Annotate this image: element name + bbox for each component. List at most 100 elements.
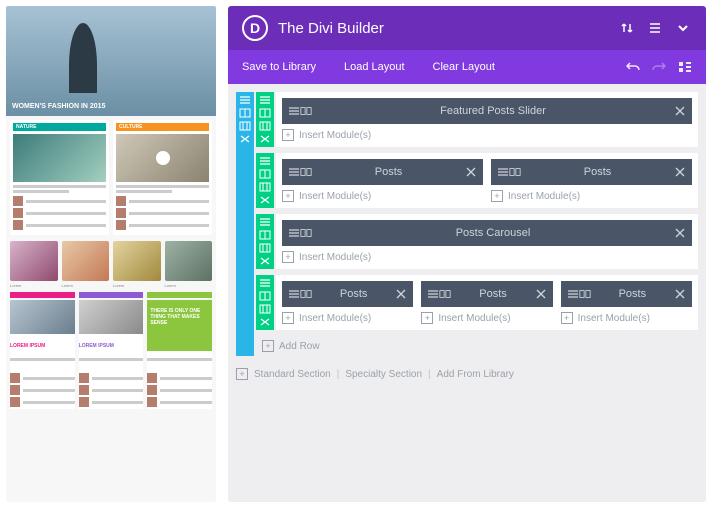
close-icon[interactable]	[465, 166, 477, 178]
module[interactable]: Posts	[491, 159, 692, 185]
swap-icon[interactable]	[618, 19, 636, 37]
close-icon[interactable]	[674, 166, 686, 178]
load-layout-button[interactable]: Load Layout	[344, 61, 405, 73]
close-icon[interactable]	[674, 288, 686, 300]
insert-module-button[interactable]: +Insert Module(s)	[282, 190, 483, 202]
duplicate-icon[interactable]	[259, 182, 271, 192]
undo-icon[interactable]	[626, 60, 640, 74]
column: Posts Carousel +Insert Module(s)	[282, 220, 692, 263]
delete-icon[interactable]	[259, 256, 271, 266]
duplicate-icon[interactable]	[239, 121, 251, 131]
columns-icon[interactable]	[579, 288, 591, 300]
expand-icon[interactable]	[674, 19, 692, 37]
app-header: D The Divi Builder	[228, 6, 706, 50]
insert-module-button[interactable]: +Insert Module(s)	[282, 251, 692, 263]
delete-icon[interactable]	[239, 134, 251, 144]
plus-icon: +	[282, 129, 294, 141]
module[interactable]: Featured Posts Slider	[282, 98, 692, 124]
plus-icon[interactable]: +	[236, 368, 248, 380]
row: Posts +Insert Module(s) Posts +Insert Mo…	[256, 275, 698, 330]
action-bar: Save to Library Load Layout Clear Layout	[228, 50, 706, 84]
module-label: Featured Posts Slider	[312, 105, 674, 117]
column: Posts +Insert Module(s)	[421, 281, 552, 324]
columns-icon[interactable]	[509, 166, 521, 178]
duplicate-icon[interactable]	[259, 304, 271, 314]
columns-icon[interactable]	[300, 227, 312, 239]
module[interactable]: Posts	[282, 159, 483, 185]
close-icon[interactable]	[395, 288, 407, 300]
insert-module-button[interactable]: +Insert Module(s)	[491, 190, 692, 202]
plus-icon: +	[262, 340, 274, 352]
insert-module-button[interactable]: +Insert Module(s)	[282, 129, 692, 141]
columns-icon[interactable]	[439, 288, 451, 300]
columns-icon[interactable]	[300, 288, 312, 300]
columns-icon[interactable]	[300, 105, 312, 117]
module-label: Posts	[312, 288, 395, 300]
plus-icon: +	[561, 312, 573, 324]
module[interactable]: Posts	[421, 281, 552, 307]
row: Posts +Insert Module(s) Posts +Insert Mo…	[256, 153, 698, 208]
divi-logo-icon: D	[242, 15, 268, 41]
add-row-button[interactable]: +Add Row	[256, 336, 698, 356]
plus-icon: +	[421, 312, 433, 324]
insert-module-button[interactable]: +Insert Module(s)	[421, 312, 552, 324]
duplicate-icon[interactable]	[259, 243, 271, 253]
drag-icon[interactable]	[239, 95, 251, 105]
column: Featured Posts Slider +Insert Module(s)	[282, 98, 692, 141]
close-icon[interactable]	[674, 105, 686, 117]
section-controls	[236, 92, 254, 356]
settings-icon[interactable]	[259, 230, 271, 240]
save-to-library-button[interactable]: Save to Library	[242, 61, 316, 73]
close-icon[interactable]	[674, 227, 686, 239]
drag-icon[interactable]	[288, 166, 300, 178]
plus-icon: +	[491, 190, 503, 202]
delete-icon[interactable]	[259, 134, 271, 144]
duplicate-icon[interactable]	[259, 121, 271, 131]
add-specialty-section-button[interactable]: Specialty Section	[345, 369, 422, 380]
close-icon[interactable]	[535, 288, 547, 300]
drag-icon[interactable]	[288, 105, 300, 117]
drag-icon[interactable]	[259, 156, 271, 166]
settings-icon[interactable]	[259, 108, 271, 118]
module-label: Posts	[521, 166, 674, 178]
builder-canvas: Featured Posts Slider +Insert Module(s) …	[228, 84, 706, 502]
module[interactable]: Posts	[282, 281, 413, 307]
hero-image: WOMEN'S FASHION IN 2015	[6, 6, 216, 116]
column: Posts +Insert Module(s)	[491, 159, 692, 202]
drag-icon[interactable]	[567, 288, 579, 300]
add-section-bar: + Standard Section | Specialty Section |…	[236, 364, 698, 380]
columns-icon[interactable]	[300, 166, 312, 178]
clear-layout-button[interactable]: Clear Layout	[433, 61, 495, 73]
drag-icon[interactable]	[427, 288, 439, 300]
module-label: Posts	[451, 288, 534, 300]
delete-icon[interactable]	[259, 317, 271, 327]
redo-icon[interactable]	[652, 60, 666, 74]
row-controls	[256, 275, 274, 330]
add-standard-section-button[interactable]: Standard Section	[254, 369, 331, 380]
drag-icon[interactable]	[288, 288, 300, 300]
menu-icon[interactable]	[646, 19, 664, 37]
drag-icon[interactable]	[497, 166, 509, 178]
module[interactable]: Posts	[561, 281, 692, 307]
history-icon[interactable]	[678, 60, 692, 74]
app-title: The Divi Builder	[278, 20, 608, 37]
add-from-library-button[interactable]: Add From Library	[437, 369, 514, 380]
module-label: Posts Carousel	[312, 227, 674, 239]
drag-icon[interactable]	[259, 95, 271, 105]
column: Posts +Insert Module(s)	[282, 281, 413, 324]
column: Posts +Insert Module(s)	[282, 159, 483, 202]
delete-icon[interactable]	[259, 195, 271, 205]
module[interactable]: Posts Carousel	[282, 220, 692, 246]
insert-module-button[interactable]: +Insert Module(s)	[561, 312, 692, 324]
settings-icon[interactable]	[259, 169, 271, 179]
preview-card: CULTURE	[113, 120, 212, 235]
divi-builder: D The Divi Builder Save to Library Load …	[228, 6, 706, 502]
drag-icon[interactable]	[259, 278, 271, 288]
settings-icon[interactable]	[239, 108, 251, 118]
drag-icon[interactable]	[288, 227, 300, 239]
settings-icon[interactable]	[259, 291, 271, 301]
insert-module-button[interactable]: +Insert Module(s)	[282, 312, 413, 324]
row-controls	[256, 92, 274, 147]
section: Featured Posts Slider +Insert Module(s) …	[236, 92, 698, 356]
drag-icon[interactable]	[259, 217, 271, 227]
